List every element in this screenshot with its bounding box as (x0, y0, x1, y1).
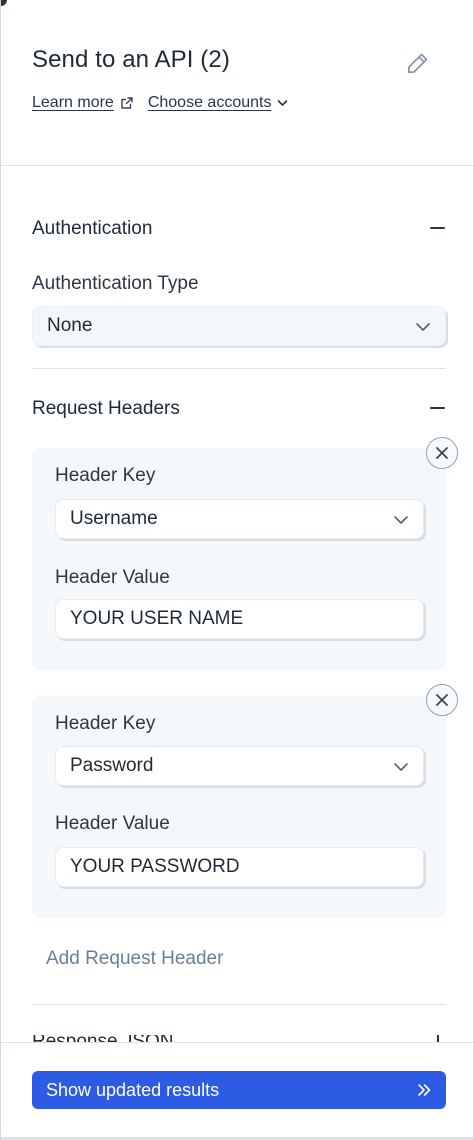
header-divider (1, 165, 473, 166)
header-value-input[interactable]: YOUR USER NAME (55, 599, 424, 639)
header-key-label: Header Key (55, 465, 156, 486)
show-updated-results-button[interactable]: Show updated results (32, 1071, 446, 1109)
header-links: Learn more Choose accounts (32, 94, 288, 112)
header-key-select[interactable]: Password (55, 746, 424, 786)
remove-header-button[interactable] (426, 437, 458, 469)
request-headers-section-title: Request Headers (32, 398, 180, 419)
close-icon (436, 447, 448, 459)
header-key-label: Header Key (55, 713, 156, 734)
header-value-text: YOUR PASSWORD (70, 856, 240, 877)
chevron-down-icon (416, 323, 430, 331)
authentication-collapse-minus-icon[interactable] (429, 219, 447, 237)
choose-accounts-label: Choose accounts (147, 94, 272, 111)
authentication-type-label: Authentication Type (32, 273, 199, 294)
section-divider (32, 1004, 446, 1005)
external-link-icon (121, 97, 133, 109)
header-key-value: Password (70, 755, 154, 776)
chevron-down-icon (278, 100, 288, 106)
learn-more-label: Learn more (32, 94, 114, 111)
chevron-down-icon (394, 763, 408, 771)
step-title: Send to an API (2) (32, 46, 230, 73)
pencil-icon[interactable] (405, 50, 431, 76)
header-value-input[interactable]: YOUR PASSWORD (55, 847, 424, 887)
learn-more-link[interactable]: Learn more (32, 94, 134, 112)
authentication-section-title: Authentication (32, 218, 153, 239)
add-request-header-button[interactable]: Add Request Header (46, 948, 223, 970)
close-icon (436, 694, 448, 706)
header-value-label: Header Value (55, 567, 170, 588)
authentication-type-value: None (47, 315, 93, 336)
request-headers-collapse-minus-icon[interactable] (429, 399, 447, 417)
chevron-down-icon (394, 516, 408, 524)
double-chevron-right-icon (418, 1084, 431, 1096)
panel-corner (1, 0, 7, 6)
header-value-label: Header Value (55, 813, 170, 834)
header-key-value: Username (70, 508, 158, 529)
step-config-panel: Send to an API (2) Learn more Choose acc… (0, 0, 474, 1140)
authentication-type-select[interactable]: None (32, 306, 446, 346)
header-value-text: YOUR USER NAME (70, 608, 244, 629)
header-key-select[interactable]: Username (55, 499, 424, 539)
section-divider (32, 368, 446, 369)
choose-accounts-link[interactable]: Choose accounts (148, 94, 289, 112)
cta-label: Show updated results (46, 1079, 220, 1100)
remove-header-button[interactable] (426, 684, 458, 716)
